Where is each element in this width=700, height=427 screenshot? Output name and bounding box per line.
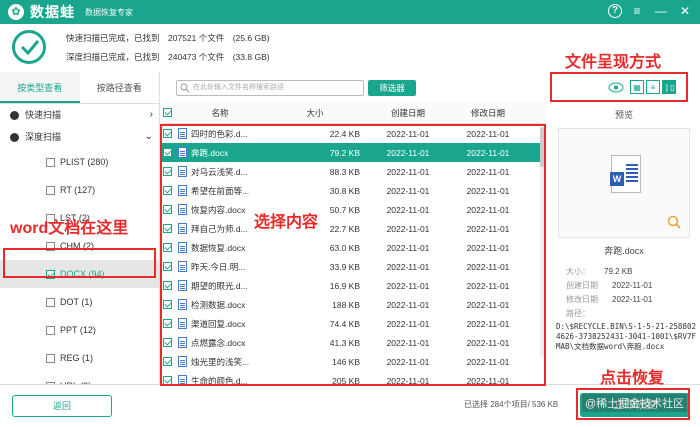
annotation-select-content: 选择内容 [254,214,319,231]
frog-logo-icon: ✿ [8,4,24,20]
tab-by-path[interactable]: 按路径查看 [80,72,160,103]
search-icon [180,83,190,93]
annotation-click-recover: 点击恢复 [600,370,665,387]
column-modified[interactable]: 修改日期 [448,107,528,119]
column-name[interactable]: 名称 [178,107,262,119]
table-header: 名称 大小 创建日期 修改日期 [162,102,546,124]
meta-path-label: 路径： [566,309,590,318]
back-button[interactable]: 返回 [12,395,112,417]
minimize-button[interactable]: — [652,2,670,20]
column-created[interactable]: 创建日期 [368,107,448,119]
type-item-dot[interactable]: DOT (1) [0,288,159,316]
type-label: DOT (1) [60,297,93,307]
type-item-rt[interactable]: RT (127) [0,176,159,204]
preview-file-name: 奔跑.docx [604,246,644,256]
filter-button[interactable]: 筛选器 [368,80,416,96]
menu-button[interactable]: ≡ [628,2,646,20]
type-label: REG (1) [60,353,94,363]
app-logo: ✿ 数据蛙 数据恢复专家 [8,2,133,22]
quick-scan-label: 快速扫描 [25,110,62,120]
watermark: @稀土掘金技术社区 [582,394,688,412]
annotation-view-mode: 文件呈现方式 [565,54,662,71]
meta-created: 创建日期 2022-11-01 [566,281,653,290]
checkbox[interactable] [46,325,55,335]
search-placeholder: 在此处输入文件名称搜索路径 [193,84,284,91]
check-dot-icon [10,132,19,142]
checkbox[interactable] [46,185,55,195]
preview-panel: ▦ ≡ ❘▯ 预览 W 奔跑.docx 大小： 79.2 KB 创建日期 2022-… [548,72,700,384]
quick-scan-summary: 快速扫描已完成，已找到 207521 个文件 (25.6 GB) [66,33,270,43]
type-label: PLIST (280) [60,157,109,167]
annotation-docx-box [3,248,156,278]
column-size[interactable]: 大小 [262,107,368,119]
check-circle-icon [12,30,46,64]
preview-title: 预览 [614,110,633,120]
annotation-rows-box [160,124,546,386]
annotation-view-mode-box [550,72,688,102]
search-input[interactable]: 在此处输入文件名称搜索路径 [176,80,364,96]
preview-thumbnail: W [558,128,690,238]
chevron-down-icon[interactable]: ⌄ [145,126,153,148]
selection-status: 已选择 284个项目/ 536 KB [464,400,559,409]
close-button[interactable]: ✕ [676,2,694,20]
type-label: RT (127) [60,185,96,195]
checkbox[interactable] [46,157,55,167]
meta-path-value: D:\$RECYCLE.BIN\S-1-5-21-2588024626-3738… [556,322,696,351]
annotation-word-here: word文档在这里 [10,220,129,237]
select-all-checkbox[interactable] [163,108,172,117]
meta-size: 大小： 79.2 KB [566,267,633,276]
app-name: 数据蛙 [30,4,75,20]
deep-scan-node[interactable]: 深度扫描 ⌄ [0,126,159,148]
deep-scan-summary: 深度扫描已完成，已找到 240473 个文件 (33.8 GB) [66,52,270,62]
deep-scan-label: 深度扫描 [25,132,62,142]
help-button[interactable]: ? [608,4,622,18]
type-item-plist[interactable]: PLIST (280) [0,148,159,176]
type-label: PPT (12) [60,325,96,335]
zoom-icon[interactable] [667,215,681,229]
title-bar: ✿ 数据蛙 数据恢复专家 ? ≡ — ✕ [0,0,700,24]
type-item-reg[interactable]: REG (1) [0,344,159,372]
tab-by-type[interactable]: 按类型查看 [0,72,80,103]
type-item-ppt[interactable]: PPT (12) [0,316,159,344]
meta-modified: 修改日期 2022-11-01 [566,295,653,304]
chevron-right-icon[interactable]: › [150,104,153,126]
checkbox[interactable] [46,353,55,363]
word-document-icon: W [610,155,641,193]
checkbox[interactable] [46,297,55,307]
quick-scan-node[interactable]: 快速扫描 › [0,104,159,126]
app-subtitle: 数据恢复专家 [85,7,133,17]
check-dot-icon [10,110,19,120]
